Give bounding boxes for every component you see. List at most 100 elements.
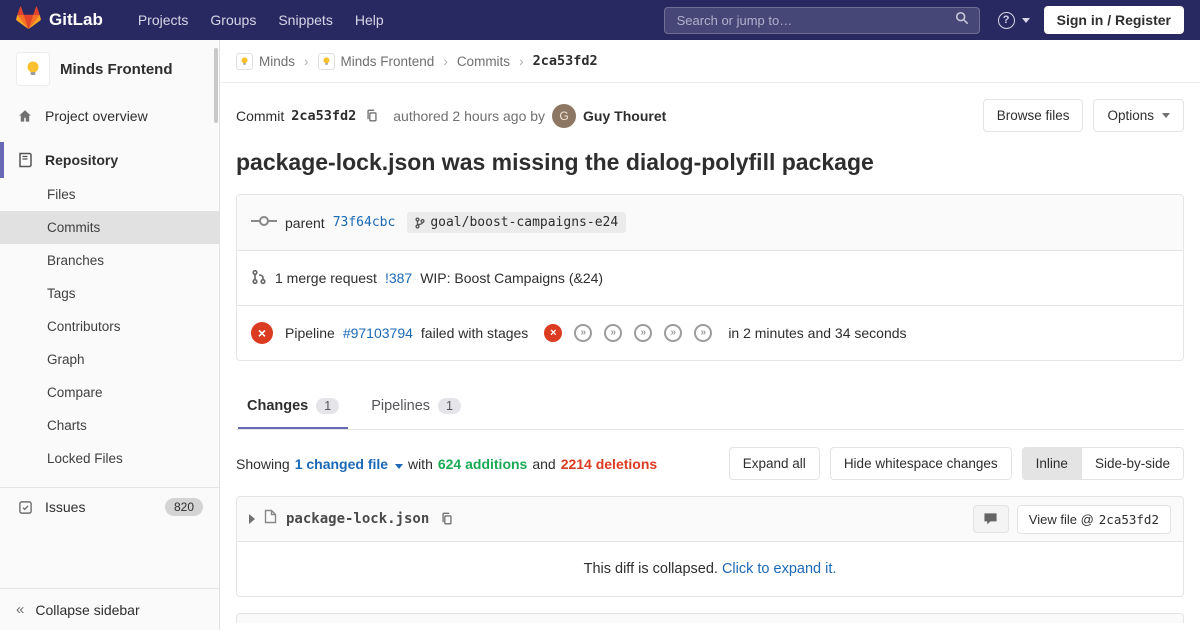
file-icon (264, 509, 277, 529)
collapse-caret-icon[interactable] (249, 514, 255, 524)
breadcrumb-link-project[interactable]: Minds Frontend (341, 54, 435, 69)
copy-icon (440, 512, 454, 526)
sidebar-item-project-overview[interactable]: Project overview (0, 98, 219, 134)
home-icon (16, 108, 34, 124)
toggle-comments-button[interactable] (973, 505, 1009, 533)
chevron-down-icon (1022, 18, 1030, 23)
diff-collapsed-notice: This diff is collapsed. Click to expand … (237, 542, 1183, 596)
view-file-button[interactable]: View file @ 2ca53fd2 (1017, 505, 1171, 534)
sign-in-button[interactable]: Sign in / Register (1044, 6, 1184, 34)
ci-stage-skipped-icon[interactable]: » (574, 324, 592, 342)
repository-submenu: Files Commits Branches Tags Contributors… (0, 178, 219, 475)
mr-count-text: 1 merge request (275, 270, 377, 286)
breadcrumb-separator: › (443, 54, 448, 69)
sidebar-item-graph[interactable]: Graph (0, 343, 219, 376)
sidebar-item-label: Repository (45, 152, 118, 168)
pipeline-mini-graph: × » » » » » (544, 324, 712, 342)
diff-file: package-lock.json View file @ 2ca53fd2 (236, 496, 1184, 597)
expand-diff-link[interactable]: Click to expand it. (722, 561, 836, 577)
top-navbar: GitLab Projects Groups Snippets Help ? S… (0, 0, 1200, 40)
sidebar-item-compare[interactable]: Compare (0, 376, 219, 409)
merge-request-icon (251, 269, 267, 288)
branch-ref-label[interactable]: goal/boost-campaigns-e24 (407, 212, 626, 233)
browse-files-button[interactable]: Browse files (983, 99, 1084, 132)
pipeline-failed-icon[interactable]: × (251, 322, 273, 344)
showing-label: Showing (236, 456, 290, 472)
breadcrumb-link-commits[interactable]: Commits (457, 54, 510, 69)
collapse-sidebar-button[interactable]: « Collapse sidebar (0, 588, 219, 630)
ci-stage-skipped-icon[interactable]: » (604, 324, 622, 342)
sidebar-item-contributors[interactable]: Contributors (0, 310, 219, 343)
chevron-down-icon (1162, 113, 1170, 118)
sidebar-item-tags[interactable]: Tags (0, 277, 219, 310)
inline-view-button[interactable]: Inline (1022, 447, 1082, 480)
chevron-down-icon (395, 464, 403, 469)
collapsed-text: This diff is collapsed. (584, 561, 718, 577)
brand-text: GitLab (49, 10, 103, 30)
parent-sha-link[interactable]: 73f64cbc (333, 215, 396, 230)
ci-stage-failed-icon[interactable]: × (544, 324, 562, 342)
collapse-chevrons-icon: « (16, 601, 24, 618)
sidebar-item-branches[interactable]: Branches (0, 244, 219, 277)
changed-files-label: 1 changed file (295, 456, 388, 472)
ci-stage-skipped-icon[interactable]: » (694, 324, 712, 342)
options-dropdown-button[interactable]: Options (1093, 99, 1184, 132)
sidebar-item-charts[interactable]: Charts (0, 409, 219, 442)
author-name[interactable]: Guy Thouret (583, 108, 666, 124)
search-input[interactable] (675, 12, 955, 29)
expand-all-button[interactable]: Expand all (729, 447, 820, 480)
ci-stage-skipped-icon[interactable]: » (664, 324, 682, 342)
group-avatar (236, 53, 253, 70)
breadcrumb-separator: › (519, 54, 524, 69)
project-sidebar: Minds Frontend Project overview Reposito… (0, 40, 220, 630)
nav-projects[interactable]: Projects (127, 0, 200, 40)
nav-snippets[interactable]: Snippets (267, 0, 343, 40)
diff-stats-bar: Showing 1 changed file with 624 addition… (236, 447, 1184, 480)
breadcrumb-link-group[interactable]: Minds (259, 54, 295, 69)
tab-changes-label: Changes (247, 398, 308, 414)
side-by-side-view-button[interactable]: Side-by-side (1081, 447, 1184, 480)
ci-stage-skipped-icon[interactable]: » (634, 324, 652, 342)
tanuki-icon (16, 6, 41, 35)
copy-icon (365, 109, 379, 123)
mr-ref-link[interactable]: !387 (385, 270, 412, 286)
deletions-count: 2214 deletions (561, 456, 658, 472)
changed-files-dropdown[interactable]: 1 changed file (295, 456, 403, 472)
project-title[interactable]: Minds Frontend (60, 61, 173, 78)
tab-pipelines-count: 1 (438, 398, 461, 414)
sidebar-item-files[interactable]: Files (0, 178, 219, 211)
sidebar-item-issues[interactable]: Issues 820 (0, 487, 219, 526)
nav-groups[interactable]: Groups (199, 0, 267, 40)
hide-whitespace-button[interactable]: Hide whitespace changes (830, 447, 1012, 480)
search-box[interactable] (664, 7, 980, 34)
view-file-sha: 2ca53fd2 (1099, 512, 1159, 527)
pipeline-duration-text: in 2 minutes and 34 seconds (728, 325, 906, 341)
author-avatar[interactable]: G (552, 104, 576, 128)
project-avatar[interactable] (16, 52, 50, 86)
diff-view-toggle: Inline Side-by-side (1022, 447, 1184, 480)
pipeline-row: × Pipeline #97103794 failed with stages … (237, 305, 1183, 360)
commit-sha: 2ca53fd2 (291, 108, 356, 124)
gitlab-logo[interactable]: GitLab (16, 6, 103, 35)
nav-help[interactable]: Help (344, 0, 395, 40)
search-icon (955, 11, 969, 30)
pipeline-id-link[interactable]: #97103794 (343, 325, 413, 341)
copy-sha-button[interactable] (363, 107, 381, 125)
sidebar-item-repository[interactable]: Repository (0, 142, 219, 178)
and-label: and (532, 456, 555, 472)
commit-info-box: parent 73f64cbc goal/boost-campaigns-e24 (236, 194, 1184, 361)
tab-changes[interactable]: Changes 1 (238, 385, 348, 429)
tab-changes-count: 1 (316, 398, 339, 414)
sidebar-item-commits[interactable]: Commits (0, 211, 219, 244)
options-label: Options (1107, 108, 1154, 123)
sidebar-item-locked-files[interactable]: Locked Files (0, 442, 219, 475)
tab-pipelines[interactable]: Pipelines 1 (362, 385, 470, 429)
pipeline-status-text: failed with stages (421, 325, 528, 341)
branch-icon (415, 217, 425, 229)
copy-filename-button[interactable] (438, 510, 456, 528)
file-name: package-lock.json (286, 511, 429, 527)
sidebar-scrollbar[interactable] (214, 48, 218, 123)
help-dropdown[interactable]: ? (998, 12, 1030, 29)
comment-icon (983, 512, 998, 526)
project-context-header: Minds Frontend (0, 40, 219, 98)
